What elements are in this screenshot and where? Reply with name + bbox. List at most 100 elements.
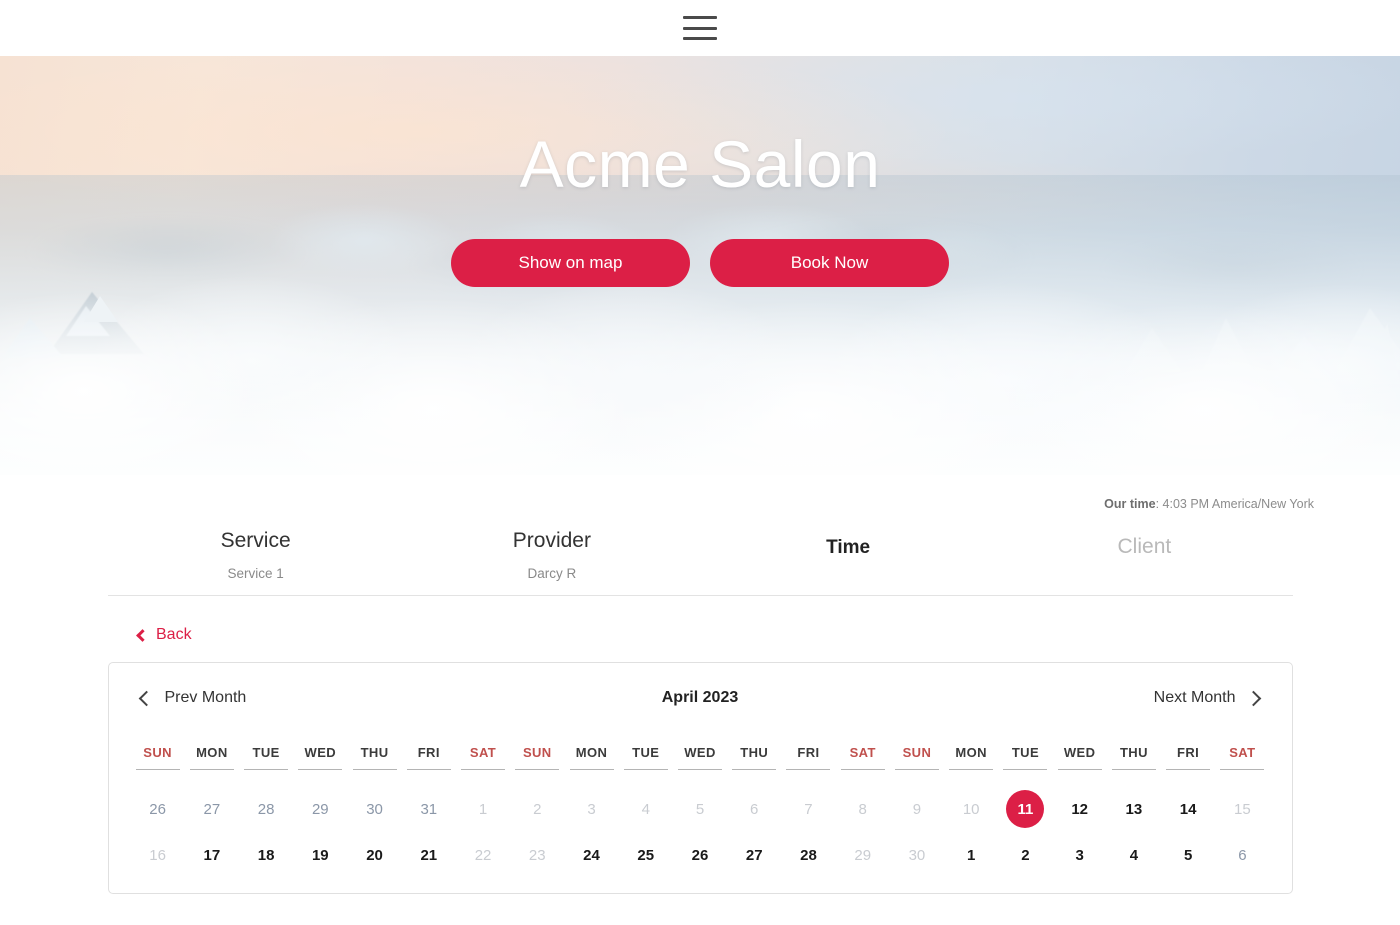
day-of-week-header: SAT	[849, 745, 876, 760]
column-divider	[239, 769, 293, 786]
calendar-day-cell[interactable]: 24	[564, 832, 618, 878]
calendar-day-cell[interactable]: 5	[1161, 832, 1215, 878]
calendar-day-number: 29	[854, 846, 872, 864]
calendar-day-number: 31	[420, 800, 438, 818]
calendar-day-number: 27	[203, 800, 221, 818]
calendar-day-number: 2	[533, 800, 542, 818]
calendar-day-number: 27	[745, 846, 763, 864]
column-divider	[890, 769, 944, 786]
next-month-button[interactable]: Next Month	[1154, 689, 1262, 707]
calendar-day-cell[interactable]: 28	[781, 832, 835, 878]
calendar-day-cell: 29	[836, 832, 890, 878]
calendar-day-number: 6	[1238, 846, 1247, 864]
calendar-day-number: 12	[1071, 800, 1088, 818]
day-of-week-header: SUN	[522, 745, 552, 760]
column-divider	[293, 769, 347, 786]
calendar-day-cell[interactable]: 1	[944, 832, 998, 878]
column-divider	[619, 769, 673, 786]
page-title: Acme Salon	[519, 127, 881, 201]
calendar-day-number: 24	[583, 846, 600, 864]
calendar-day-cell[interactable]: 14	[1161, 786, 1215, 832]
calendar-day-cell[interactable]: 4	[1107, 832, 1161, 878]
back-button[interactable]: Back	[136, 626, 192, 644]
calendar-day-cell: 1	[456, 786, 510, 832]
column-divider-line	[189, 769, 234, 770]
column-divider	[944, 769, 998, 786]
column-divider-line	[352, 769, 397, 770]
our-time-value: 4:03 PM America/New York	[1162, 497, 1314, 511]
column-divider	[510, 769, 564, 786]
column-divider-line	[623, 769, 668, 770]
calendar-day-cell: 27	[185, 786, 239, 832]
column-divider-line	[461, 769, 506, 770]
calendar-day-cell[interactable]: 17	[185, 832, 239, 878]
calendar-day-cell: 2	[510, 786, 564, 832]
column-divider	[456, 769, 510, 786]
calendar-day-cell[interactable]: 13	[1107, 786, 1161, 832]
calendar-day-cell[interactable]: 27	[727, 832, 781, 878]
calendar-day-number: 30	[366, 800, 383, 818]
prev-month-button[interactable]: Prev Month	[138, 689, 246, 707]
calendar-day-cell: 5	[673, 786, 727, 832]
calendar-day-number: 29	[311, 800, 329, 818]
column-divider	[781, 769, 835, 786]
show-on-map-button[interactable]: Show on map	[451, 238, 690, 287]
hamburger-bar	[683, 26, 717, 30]
day-of-week-header: SAT	[1229, 745, 1256, 760]
column-divider-line	[515, 769, 560, 770]
day-of-week-header: WED	[304, 745, 337, 760]
column-divider	[727, 769, 781, 786]
calendar-day-cell[interactable]: 12	[1053, 786, 1107, 832]
back-button-label: Back	[156, 626, 192, 643]
column-divider-line	[786, 769, 831, 770]
calendar-day-number: 21	[420, 846, 438, 864]
calendar-day-number: 15	[1234, 800, 1251, 818]
calendar-day-number: 14	[1179, 800, 1197, 818]
calendar-grid: SUN MON TUE WED THU FRI SAT SUN MON TUE WED THU FRI S…	[131, 745, 1270, 878]
calendar-day-number: 28	[800, 846, 817, 864]
step-time[interactable]: Time	[700, 529, 996, 581]
calendar-day-cell: 8	[836, 786, 890, 832]
booking-section: Our time: 4:03 PM America/New York Servi…	[0, 475, 1400, 894]
step-provider[interactable]: Provider Darcy R	[404, 529, 700, 581]
day-of-week-header: SAT	[469, 745, 497, 760]
day-of-week-header: THU	[360, 745, 389, 760]
hamburger-menu-icon[interactable]	[683, 16, 717, 40]
calendar-day-number: 9	[912, 800, 922, 818]
column-divider-line	[244, 769, 289, 770]
calendar-day-cell[interactable]: 19	[293, 832, 347, 878]
step-service[interactable]: Service Service 1	[108, 529, 404, 581]
calendar-day-number: 26	[691, 846, 709, 864]
calendar-day-cell[interactable]: 20	[347, 832, 401, 878]
hero-banner: Acme Salon Show on map Book Now	[0, 56, 1400, 475]
calendar-day-cell[interactable]: 18	[239, 832, 293, 878]
calendar-day-cell[interactable]: 26	[673, 832, 727, 878]
calendar-card: Prev Month April 2023 Next Month SUN MON T…	[107, 662, 1293, 894]
calendar-day-cell[interactable]: 11	[998, 786, 1052, 832]
top-navigation-bar	[0, 0, 1400, 56]
calendar-day-cell: 30	[890, 832, 944, 878]
step-service-title: Service	[220, 529, 291, 552]
calendar-day-cell[interactable]: 3	[1053, 832, 1107, 878]
step-service-value: Service 1	[227, 566, 284, 581]
calendar-day-cell[interactable]: 21	[402, 832, 456, 878]
hamburger-bar	[683, 16, 717, 19]
calendar-day-number: 6	[750, 800, 759, 818]
day-of-week-header: MON	[196, 745, 228, 760]
calendar-day-cell[interactable]: 25	[619, 832, 673, 878]
calendar-day-number: 30	[908, 846, 926, 864]
calendar-day-number: 3	[587, 800, 596, 818]
day-of-week-header: TUE	[252, 745, 280, 760]
column-divider	[347, 769, 401, 786]
calendar-month-label: April 2023	[661, 689, 739, 706]
book-now-button[interactable]: Book Now	[710, 238, 949, 287]
calendar-day-number: 2	[1021, 846, 1030, 864]
calendar-day-cell: 26	[131, 786, 185, 832]
calendar-day-cell[interactable]: 2	[998, 832, 1052, 878]
calendar-day-cell: 31	[402, 786, 456, 832]
calendar-day-cell: 22	[456, 832, 510, 878]
step-client[interactable]: Client	[996, 529, 1292, 581]
calendar-day-number: 13	[1125, 800, 1143, 818]
calendar-day-cell: 23	[510, 832, 564, 878]
calendar-day-number: 19	[311, 846, 329, 864]
